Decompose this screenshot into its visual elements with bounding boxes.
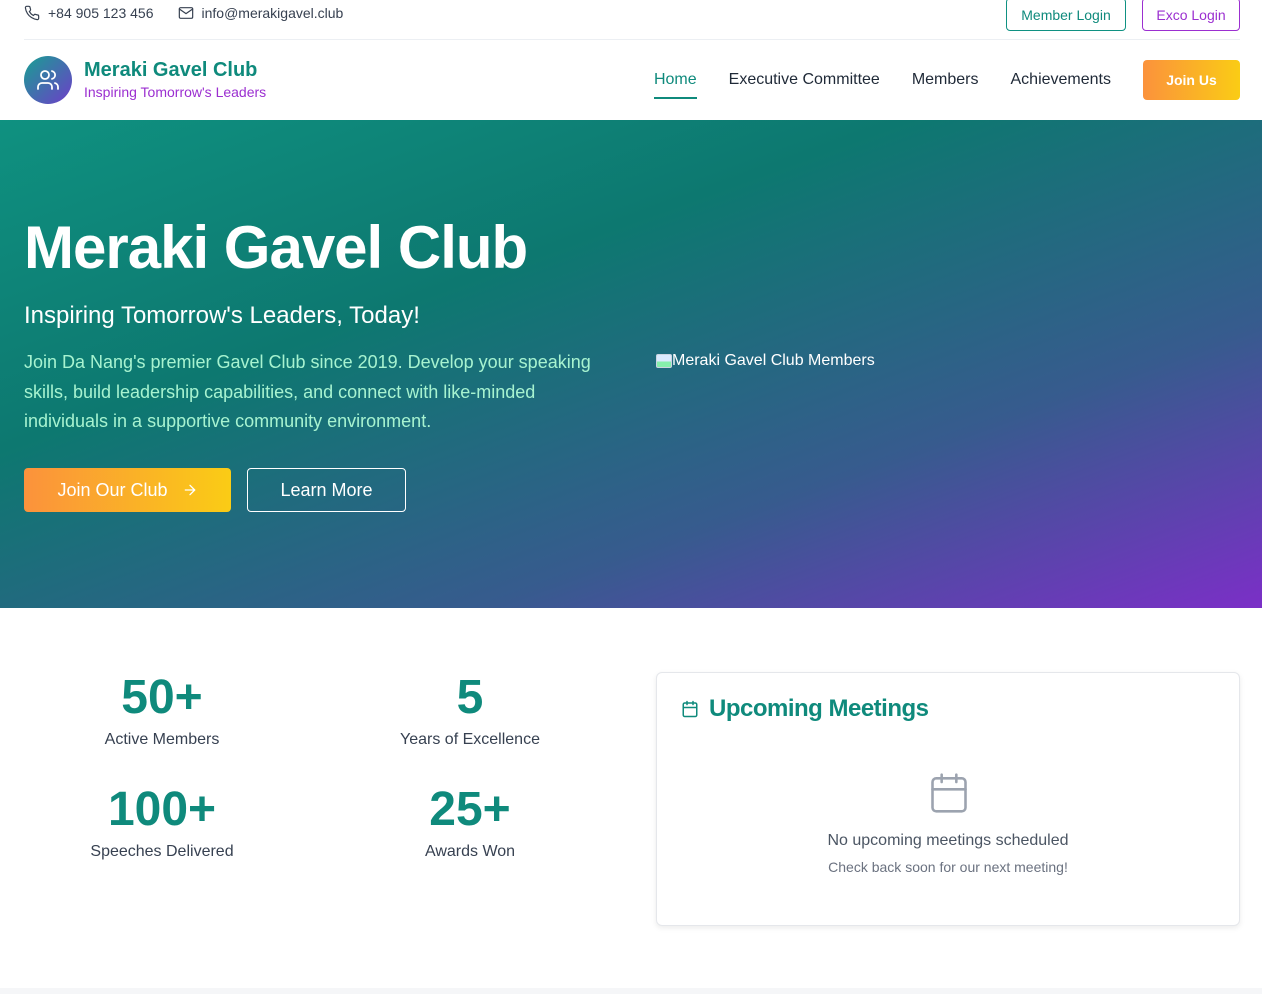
empty-state-subtitle: Check back soon for our next meeting! [828, 859, 1068, 875]
calendar-empty-icon [931, 773, 967, 813]
card-title: Upcoming Meetings [709, 695, 929, 722]
top-bar: +84 905 123 456 info@merakigavel.club Me… [24, 0, 1240, 40]
stat-value: 50+ [121, 671, 203, 724]
stat-awards-won: 25+ Awards Won [332, 784, 608, 862]
nav-menu: Home Executive Committee Members Achieve… [653, 60, 1240, 100]
member-login-button[interactable]: Member Login [1006, 0, 1126, 31]
stat-label: Years of Excellence [400, 731, 540, 748]
arrow-right-icon [184, 484, 195, 496]
phone-icon [24, 5, 40, 21]
stat-years-of-excellence: 5 Years of Excellence [332, 672, 608, 750]
email-contact[interactable]: info@merakigavel.club [178, 5, 344, 21]
hero-image: Meraki Gavel Club Members [656, 352, 875, 370]
phone-text: +84 905 123 456 [48, 5, 154, 21]
nav-item-home[interactable]: Home [653, 67, 697, 99]
hero-subtitle: Inspiring Tomorrow's Leaders, Today! [24, 302, 420, 329]
hero-actions: Join Our Club Learn More [24, 468, 406, 512]
stat-value: 5 [456, 671, 484, 724]
hero-section: Meraki Gavel Club Inspiring Tomorrow's L… [0, 120, 1262, 608]
broken-image-icon [656, 354, 672, 368]
email-text: info@merakigavel.club [201, 5, 344, 21]
auth-buttons: Member Login Exco Login [1006, 0, 1240, 31]
join-our-club-button[interactable]: Join Our Club [24, 468, 231, 512]
hero-description: Join Da Nang's premier Gavel Club since … [24, 352, 591, 431]
phone-contact[interactable]: +84 905 123 456 [24, 5, 154, 21]
stat-label: Awards Won [424, 843, 516, 860]
brand-name: Meraki Gavel Club [84, 59, 258, 81]
stat-active-members: 50+ Active Members [24, 672, 300, 750]
brand-tagline: Inspiring Tomorrow's Leaders [84, 84, 267, 100]
next-section-edge [0, 988, 1262, 994]
stat-label: Active Members [104, 731, 220, 748]
empty-state-title: No upcoming meetings scheduled [827, 832, 1069, 849]
nav-item-members[interactable]: Members [912, 67, 979, 93]
stat-speeches-delivered: 100+ Speeches Delivered [24, 784, 300, 862]
learn-more-button[interactable]: Learn More [247, 468, 406, 512]
upcoming-meetings-card: Upcoming Meetings No upcoming meetings s… [656, 672, 1240, 926]
stat-value: 100+ [107, 783, 217, 836]
join-us-button[interactable]: Join Us [1143, 60, 1240, 100]
exco-login-button[interactable]: Exco Login [1142, 0, 1240, 31]
calendar-icon [682, 700, 698, 718]
stat-value: 25+ [429, 783, 511, 836]
hero-title: Meraki Gavel Club [24, 214, 528, 281]
main-navigation: Meraki Gavel Club Inspiring Tomorrow's L… [24, 40, 1240, 120]
stat-label: Speeches Delivered [90, 843, 234, 860]
nav-item-achievements[interactable]: Achievements [1011, 67, 1112, 93]
hero-image-alt: Meraki Gavel Club Members [672, 352, 875, 369]
logo [24, 56, 72, 104]
contact-info: +84 905 123 456 info@merakigavel.club [24, 0, 343, 26]
nav-item-executive-committee[interactable]: Executive Committee [729, 67, 880, 93]
users-icon [37, 70, 59, 90]
mail-icon [178, 7, 193, 19]
card-header: Upcoming Meetings [681, 695, 929, 723]
brand[interactable]: Meraki Gavel Club Inspiring Tomorrow's L… [24, 56, 266, 104]
join-our-club-label: Join Our Club [57, 479, 168, 500]
